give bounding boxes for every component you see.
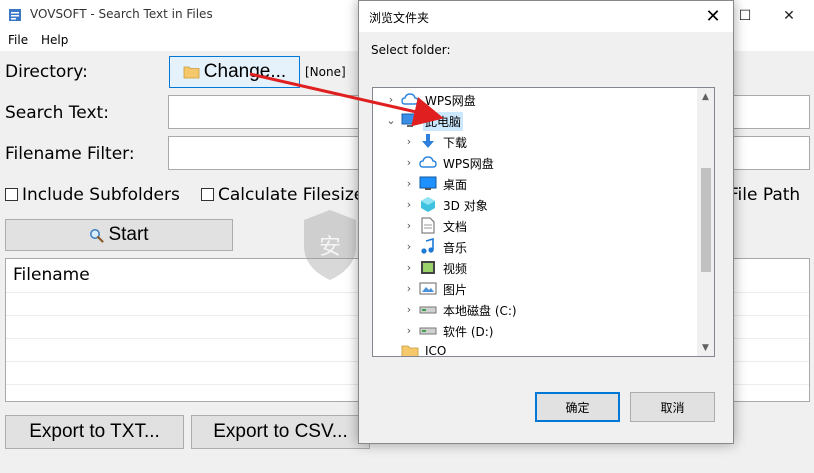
file-path-label: File Path [729, 185, 801, 205]
tree-item[interactable]: › 桌面 [373, 173, 699, 194]
tree-item[interactable]: › 音乐 [373, 236, 699, 257]
document-icon [421, 217, 435, 234]
tree-item[interactable]: › 下载 [373, 131, 699, 152]
chevron-right-icon[interactable]: › [403, 135, 415, 148]
tree-item[interactable]: › 图片 [373, 278, 699, 299]
calculate-filesize-checkbox[interactable] [201, 188, 214, 201]
tree-item-label: 此电脑 [423, 112, 464, 131]
tree-item-label: 文档 [443, 220, 468, 234]
tree-item[interactable]: › 文档 [373, 215, 699, 236]
filename-filter-label: Filename Filter: [5, 144, 135, 164]
dialog-prompt: Select folder: [371, 43, 451, 57]
dialog-title-bar: 浏览文件夹 ✕ [359, 1, 733, 32]
chevron-right-icon[interactable]: › [403, 240, 415, 253]
cloud-icon [401, 93, 419, 105]
search-icon [90, 228, 105, 243]
tree-item[interactable]: › 视频 [373, 257, 699, 278]
scroll-up-icon[interactable]: ▲ [697, 88, 714, 105]
tree-item-label: 软件 (D:) [443, 325, 494, 339]
tree-item-label: WPS网盘 [425, 94, 476, 108]
tree-item-label: 视频 [443, 262, 468, 276]
chevron-down-icon[interactable]: ⌄ [385, 114, 397, 127]
chevron-right-icon[interactable]: › [403, 198, 415, 211]
change-directory-button[interactable]: Change... [169, 56, 300, 88]
tree-item-label: ICO [425, 344, 447, 357]
cancel-button[interactable]: 取消 [630, 392, 715, 422]
cloud-icon [419, 156, 437, 168]
change-button-label: Change... [203, 61, 287, 82]
tree-scrollbar[interactable]: ▲ ▼ [697, 88, 714, 356]
menu-help[interactable]: Help [41, 33, 68, 47]
chevron-right-icon[interactable]: › [403, 282, 415, 295]
tree-item-label: 桌面 [443, 178, 468, 192]
menu-file[interactable]: File [8, 33, 28, 47]
results-column-filename: Filename [13, 265, 90, 285]
chevron-right-icon[interactable]: › [403, 177, 415, 190]
tree-item-label: 图片 [443, 283, 468, 297]
tree-item[interactable]: › WPS网盘 [373, 152, 699, 173]
dialog-close-button[interactable]: ✕ [693, 1, 733, 32]
export-txt-button[interactable]: Export to TXT... [5, 415, 184, 449]
start-button-label: Start [108, 224, 149, 245]
dialog-title: 浏览文件夹 [369, 11, 430, 25]
chevron-right-icon[interactable]: › [403, 324, 415, 337]
tree-item-label: 下载 [443, 136, 468, 150]
chevron-right-icon[interactable]: › [385, 93, 397, 106]
folder-icon [183, 66, 200, 79]
calculate-filesize-label: Calculate Filesize [218, 185, 365, 205]
window-title: VOVSOFT - Search Text in Files [30, 7, 213, 21]
close-button[interactable]: ✕ [767, 0, 811, 31]
tree-item[interactable]: › WPS网盘 [373, 89, 699, 110]
download-arrow-icon [422, 134, 434, 148]
chevron-right-icon[interactable]: › [403, 219, 415, 232]
browse-folder-dialog: 浏览文件夹 ✕ Select folder: › WPS网盘 ⌄ 此电脑 › 下载 › WPS… [358, 0, 734, 444]
tree-item-label: 音乐 [443, 241, 468, 255]
desktop-icon [419, 176, 437, 190]
include-subfolders-label: Include Subfolders [22, 185, 180, 205]
directory-value: [None] [305, 65, 346, 79]
tree-item[interactable]: › 3D 对象 [373, 194, 699, 215]
video-icon [421, 261, 435, 274]
tree-item[interactable]: ICO [373, 341, 699, 357]
include-subfolders-checkbox[interactable] [5, 188, 18, 201]
tree-item-label: 本地磁盘 (C:) [443, 304, 517, 318]
folder-icon [401, 345, 419, 356]
chevron-right-icon[interactable]: › [403, 303, 415, 316]
scrollbar-thumb[interactable] [701, 168, 711, 272]
tree-item[interactable]: › 软件 (D:) [373, 320, 699, 341]
chevron-right-icon[interactable]: › [403, 261, 415, 274]
cube-3d-icon [421, 197, 435, 212]
app-icon [9, 9, 21, 21]
drive-icon [419, 327, 437, 335]
tree-item-label: 3D 对象 [443, 199, 488, 213]
tree-item[interactable]: ⌄ 此电脑 [373, 110, 699, 131]
scroll-down-icon[interactable]: ▼ [697, 339, 714, 356]
tree-item-label: WPS网盘 [443, 157, 494, 171]
export-csv-button[interactable]: Export to CSV... [191, 415, 370, 449]
drive-icon [419, 306, 437, 314]
start-button[interactable]: Start [5, 219, 233, 251]
chevron-right-icon[interactable]: › [403, 156, 415, 169]
search-text-label: Search Text: [5, 103, 109, 123]
music-note-icon [421, 238, 434, 254]
directory-label: Directory: [5, 62, 88, 82]
picture-icon [419, 282, 437, 295]
ok-button[interactable]: 确定 [535, 392, 620, 422]
folder-tree[interactable]: › WPS网盘 ⌄ 此电脑 › 下载 › WPS网盘 › 桌面 › 3D 对象 › 文档 › 音乐 › 视频 › 图片… [372, 87, 715, 357]
computer-icon [401, 113, 419, 127]
tree-item[interactable]: › 本地磁盘 (C:) [373, 299, 699, 320]
